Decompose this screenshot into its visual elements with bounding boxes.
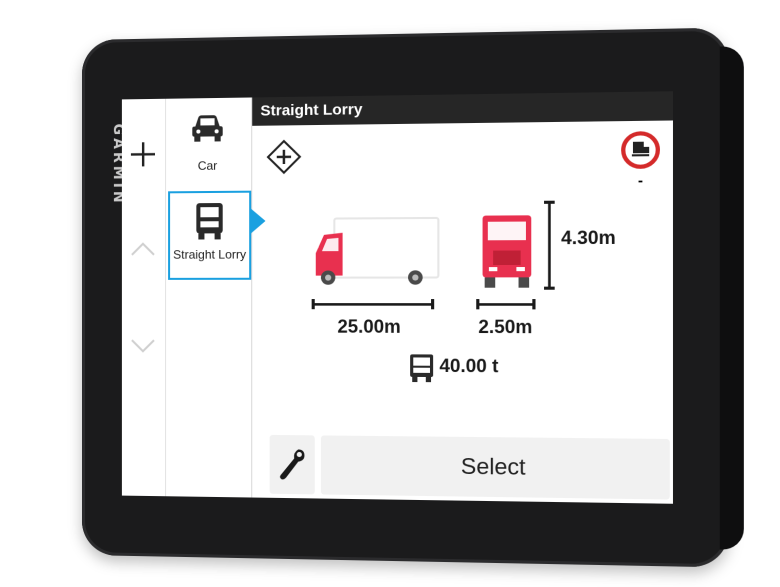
wrench-icon xyxy=(280,449,305,480)
bottom-toolbar: Select xyxy=(269,434,672,502)
weight-lorry-icon xyxy=(410,354,434,383)
add-vehicle-button[interactable] xyxy=(126,137,160,172)
hazmat-diamond-icon[interactable] xyxy=(267,139,302,174)
screen: Car Straight Lorry Straight Lorry - 25.0… xyxy=(121,91,673,504)
vehicle-profile-panel: - 25.00m 2.50m 4.30m 40.00 t Select xyxy=(252,120,673,503)
length-value: 25.00m xyxy=(337,316,401,337)
gps-device: GARMIN Car Straight Lorry Straight Lorry… xyxy=(82,27,744,568)
car-icon xyxy=(192,115,223,142)
car-label: Car xyxy=(197,158,218,173)
chevron-down-icon[interactable] xyxy=(128,330,158,360)
restriction-sign[interactable]: - xyxy=(619,131,662,189)
chevron-up-icon[interactable] xyxy=(128,235,158,265)
left-control-column xyxy=(121,98,167,497)
list-item-car[interactable]: Car xyxy=(168,100,247,186)
restriction-value: - xyxy=(637,171,644,189)
select-button[interactable]: Select xyxy=(320,435,670,500)
brand-logo: GARMIN xyxy=(109,123,126,206)
no-trailer-sign-icon xyxy=(621,131,660,169)
truck-side-view-icon xyxy=(315,216,441,285)
settings-button[interactable] xyxy=(269,434,315,495)
lorry-icon xyxy=(196,203,223,240)
truck-front-view-icon xyxy=(482,215,532,288)
list-item-straight-lorry[interactable]: Straight Lorry xyxy=(168,190,252,280)
plus-icon xyxy=(130,141,155,166)
length-bar xyxy=(311,299,435,310)
width-bar xyxy=(476,299,536,310)
straight-lorry-label: Straight Lorry xyxy=(173,247,247,262)
weight-value: 40.00 t xyxy=(439,355,499,377)
height-value: 4.30m xyxy=(561,227,616,249)
width-value: 2.50m xyxy=(478,316,533,338)
page-title: Straight Lorry xyxy=(260,100,363,120)
height-bar xyxy=(544,200,555,290)
vehicle-list: Car Straight Lorry xyxy=(166,97,253,498)
device-edge xyxy=(719,46,744,550)
